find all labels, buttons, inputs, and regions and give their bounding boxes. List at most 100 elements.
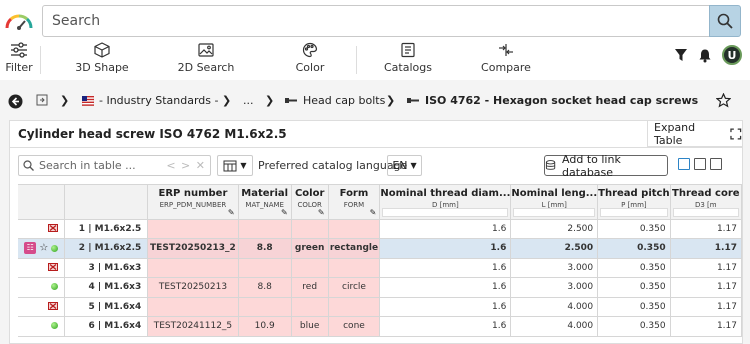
cell-l[interactable]: 4.000 bbox=[510, 297, 599, 317]
cell-material[interactable]: 10.9 bbox=[238, 316, 292, 337]
cell-l[interactable]: 3.000 bbox=[510, 277, 599, 298]
cell-d[interactable]: 1.6 bbox=[379, 316, 512, 337]
pencil-icon[interactable]: ✎ bbox=[281, 208, 288, 217]
cell-material[interactable]: 8.8 bbox=[238, 277, 292, 298]
add-to-link-database-button[interactable]: Add to link database bbox=[544, 153, 668, 179]
cell-d3[interactable]: 1.17 bbox=[670, 316, 742, 337]
cell-l[interactable]: 4.000 bbox=[510, 316, 599, 337]
cell-erp[interactable]: TEST20250213_2 bbox=[147, 238, 239, 259]
column-header[interactable]: Nominal leng... L [mm] bbox=[510, 185, 599, 220]
grid-view-icon[interactable] bbox=[678, 158, 690, 170]
cell-d3[interactable]: 1.17 bbox=[670, 277, 742, 298]
cell-material[interactable] bbox=[238, 258, 292, 278]
cell-d3[interactable]: 1.17 bbox=[670, 258, 742, 278]
cell-d[interactable]: 1.6 bbox=[379, 297, 512, 317]
detail-view-icon[interactable] bbox=[710, 158, 722, 170]
cell-p[interactable]: 0.350 bbox=[597, 238, 671, 259]
cell-erp[interactable]: TEST20241112_5 bbox=[147, 316, 239, 337]
cell-p[interactable]: 0.350 bbox=[597, 297, 671, 317]
cell-l[interactable]: 3.000 bbox=[510, 258, 599, 278]
cell-erp[interactable] bbox=[147, 219, 239, 239]
column-header[interactable]: Thread core D3 [m bbox=[670, 185, 742, 220]
horizontal-scrollbar[interactable] bbox=[18, 337, 742, 343]
expand-table-button[interactable]: Expand Table bbox=[647, 121, 742, 147]
column-filter-input[interactable] bbox=[513, 207, 596, 217]
cell-form[interactable]: rectangle bbox=[328, 238, 381, 259]
cell-form[interactable]: circle bbox=[328, 277, 381, 298]
2d-search-button[interactable]: 2D Search bbox=[174, 42, 238, 78]
cell-d3[interactable]: 1.17 bbox=[670, 219, 742, 239]
column-filter-input[interactable] bbox=[600, 207, 668, 217]
column-filter-input[interactable] bbox=[672, 207, 739, 217]
table-row[interactable]: 1 | M1.6x2.5 1.6 2.500 0.350 1.17 bbox=[18, 219, 742, 239]
breadcrumb-industry-standards[interactable]: - Industry Standards - bbox=[82, 94, 218, 107]
table-row[interactable]: 4 | M1.6x3 TEST20250213 8.8 red circle 1.6 3.0… bbox=[18, 277, 742, 298]
cell-d[interactable]: 1.6 bbox=[379, 277, 512, 298]
column-selector-button[interactable]: ▼ bbox=[217, 155, 253, 176]
funnel-icon[interactable] bbox=[674, 48, 688, 62]
cell-p[interactable]: 0.350 bbox=[597, 219, 671, 239]
favorite-star-button[interactable] bbox=[716, 93, 731, 108]
column-header[interactable]: Form FORM ✎ bbox=[328, 185, 381, 220]
cell-color[interactable] bbox=[291, 219, 329, 239]
cell-l[interactable]: 2.500 bbox=[510, 219, 599, 239]
table-row[interactable]: 5 | M1.6x4 1.6 4.000 0.350 1.17 bbox=[18, 297, 742, 317]
cell-l[interactable]: 2.500 bbox=[510, 238, 599, 259]
cell-d[interactable]: 1.6 bbox=[379, 219, 512, 239]
cell-d3[interactable]: 1.17 bbox=[670, 297, 742, 317]
table-row[interactable]: 6 | M1.6x4 TEST20241112_5 10.9 blue cone 1.6 4… bbox=[18, 316, 742, 337]
cell-color[interactable] bbox=[291, 258, 329, 278]
pencil-icon[interactable]: ✎ bbox=[318, 208, 325, 217]
cell-form[interactable] bbox=[328, 258, 381, 278]
compare-button[interactable]: Compare bbox=[481, 42, 531, 78]
cell-color[interactable] bbox=[291, 297, 329, 317]
cell-material[interactable] bbox=[238, 297, 292, 317]
language-select[interactable]: EN ▼ bbox=[387, 155, 422, 176]
cell-color[interactable]: green bbox=[291, 238, 329, 259]
color-button[interactable]: Color bbox=[289, 42, 331, 78]
bell-icon[interactable] bbox=[698, 48, 712, 63]
cell-color[interactable]: red bbox=[291, 277, 329, 298]
cell-color[interactable]: blue bbox=[291, 316, 329, 337]
catalogs-button[interactable]: Catalogs bbox=[383, 42, 433, 78]
breadcrumb-home[interactable] bbox=[36, 94, 48, 106]
cell-erp[interactable] bbox=[147, 297, 239, 317]
column-header[interactable]: Color COLOR ✎ bbox=[291, 185, 329, 220]
column-header[interactable]: ERP number ERP_PDM_NUMBER ✎ bbox=[147, 185, 239, 220]
table-search-input[interactable]: Search in table ... < > ✕ bbox=[18, 155, 211, 176]
3d-shape-button[interactable]: 3D Shape bbox=[72, 42, 132, 78]
star-icon[interactable]: ☆ bbox=[39, 243, 48, 254]
cell-erp[interactable] bbox=[147, 258, 239, 278]
gauge-logo-icon[interactable] bbox=[0, 0, 38, 42]
filter-button[interactable]: Filter bbox=[5, 42, 33, 78]
cell-p[interactable]: 0.350 bbox=[597, 316, 671, 337]
cell-form[interactable]: cone bbox=[328, 316, 381, 337]
cell-d3[interactable]: 1.17 bbox=[670, 238, 742, 259]
column-header[interactable]: Material MAT_NAME ✎ bbox=[238, 185, 292, 220]
back-button[interactable] bbox=[8, 94, 23, 109]
pencil-icon[interactable]: ✎ bbox=[228, 208, 235, 217]
cell-p[interactable]: 0.350 bbox=[597, 277, 671, 298]
list-view-icon[interactable] bbox=[694, 158, 706, 170]
cell-form[interactable] bbox=[328, 219, 381, 239]
cell-erp[interactable]: TEST20250213 bbox=[147, 277, 239, 298]
cell-form[interactable] bbox=[328, 297, 381, 317]
breadcrumb-ellipsis[interactable]: ... bbox=[243, 94, 254, 107]
search-nav-arrows-icon[interactable]: < > ✕ bbox=[166, 159, 206, 172]
cell-material[interactable] bbox=[238, 219, 292, 239]
cell-p[interactable]: 0.350 bbox=[597, 258, 671, 278]
table-row[interactable]: 3 | M1.6x3 1.6 3.000 0.350 1.17 bbox=[18, 258, 742, 278]
avatar[interactable]: U bbox=[722, 45, 742, 65]
cell-material[interactable]: 8.8 bbox=[238, 238, 292, 259]
cart-icon[interactable]: ☷ bbox=[24, 242, 37, 255]
search-input[interactable]: Search bbox=[42, 5, 710, 37]
pencil-icon[interactable]: ✎ bbox=[370, 208, 377, 217]
cell-d[interactable]: 1.6 bbox=[379, 258, 512, 278]
column-header[interactable]: Nominal thread diam... D [mm] bbox=[379, 185, 512, 220]
column-filter-input[interactable] bbox=[382, 207, 509, 217]
search-button[interactable] bbox=[709, 5, 741, 37]
table-row[interactable]: ☷ ☆ 2 | M1.6x2.5 TEST20250213_2 8.8 green re… bbox=[18, 238, 742, 259]
column-header[interactable]: Thread pitch P [mm] bbox=[597, 185, 671, 220]
cell-d[interactable]: 1.6 bbox=[379, 238, 512, 259]
breadcrumb-head-cap-bolts[interactable]: Head cap bolts bbox=[284, 94, 385, 107]
